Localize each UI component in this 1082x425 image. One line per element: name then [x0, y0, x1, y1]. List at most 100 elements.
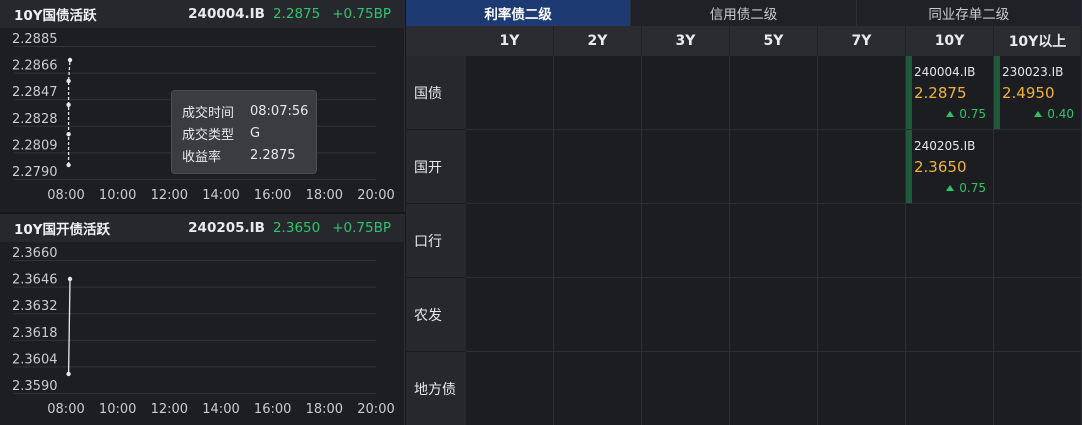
grid-cell[interactable] [466, 204, 554, 278]
chart-title: 10Y国债活跃 [14, 8, 97, 24]
tooltip-time-label: 成交时间 [182, 105, 235, 121]
series-line [67, 59, 71, 165]
x-tick-label: 14:00 [202, 188, 239, 203]
series-line [67, 278, 71, 375]
x-tick-label: 10:00 [99, 188, 136, 203]
y-tick-label: 2.3590 [12, 379, 58, 394]
grid-cell[interactable] [994, 278, 1082, 352]
column-header[interactable]: 1Y [466, 26, 554, 56]
y-tick-label: 2.3618 [12, 326, 58, 341]
y-tick-label: 2.3604 [12, 352, 58, 367]
y-tick-label: 2.2809 [12, 138, 58, 153]
grid-cell[interactable] [994, 130, 1082, 204]
quote-card[interactable]: 230023.IB 2.4950 0.40 [994, 56, 1082, 129]
column-header[interactable]: 7Y [818, 26, 906, 56]
grid-cell[interactable] [906, 352, 994, 425]
bond-price: 2.2875 [272, 6, 321, 22]
grid-cell[interactable] [730, 352, 818, 425]
grid-cell[interactable] [906, 278, 994, 352]
data-point [66, 371, 71, 377]
quote-bar [994, 56, 1000, 129]
grid-cell[interactable] [466, 278, 554, 352]
bond-code[interactable]: 240004.IB [188, 6, 265, 22]
y-tick-label: 2.2866 [12, 59, 58, 74]
x-tick-label: 12:00 [151, 402, 188, 417]
quote-code: 230023.IB [1002, 65, 1064, 79]
column-header[interactable]: 10Y以上 [994, 26, 1082, 56]
quote-change-value: 0.75 [959, 181, 986, 195]
grid-cell[interactable] [730, 130, 818, 204]
grid-cell[interactable] [466, 56, 554, 130]
grid-cell[interactable] [818, 352, 906, 425]
x-tick-label: 18:00 [306, 188, 343, 203]
y-tick-label: 2.2828 [12, 112, 58, 127]
grid-cell[interactable] [818, 204, 906, 278]
data-point [67, 57, 73, 63]
grid-cell[interactable] [818, 130, 906, 204]
row-header: 农发 [406, 278, 466, 352]
grid-cell[interactable] [642, 204, 730, 278]
quote-grid: 1Y 2Y 3Y 5Y 7Y 10Y 10Y以上 国债 国开 口行 农发 地方债 240004.IB 2.… [406, 26, 1082, 425]
y-tick-label: 2.3660 [12, 246, 58, 261]
grid-cell[interactable] [554, 56, 642, 130]
column-header[interactable]: 2Y [554, 26, 642, 56]
y-tick-label: 2.2885 [12, 32, 58, 47]
up-arrow-icon [1034, 111, 1043, 117]
grid-cell[interactable] [642, 278, 730, 352]
row-header: 地方债 [406, 352, 466, 425]
tooltip-type-value: G [250, 125, 261, 141]
grid-cell[interactable] [554, 204, 642, 278]
quote-card[interactable]: 240004.IB 2.2875 0.75 [906, 56, 994, 129]
x-tick-label: 08:00 [47, 188, 84, 203]
quote-change-value: 0.75 [959, 107, 986, 121]
quote-change: 0.40 [1034, 107, 1074, 121]
tab-2[interactable]: 同业存单二级 [857, 0, 1082, 26]
quote-yield: 2.4950 [1002, 84, 1055, 102]
up-arrow-icon [946, 111, 955, 117]
column-header[interactable]: 10Y [906, 26, 994, 56]
grid-cell[interactable] [554, 352, 642, 425]
grid-cell[interactable] [642, 56, 730, 130]
grid-cell[interactable] [466, 130, 554, 204]
y-tick-label: 2.3632 [12, 299, 58, 314]
data-point [66, 162, 71, 168]
grid-cell[interactable] [994, 352, 1082, 425]
row-header: 国开 [406, 130, 466, 204]
row-header: 国债 [406, 56, 466, 130]
grid-cell[interactable] [730, 204, 818, 278]
quote-change-value: 0.40 [1047, 107, 1074, 121]
grid-cell[interactable] [730, 56, 818, 130]
bond-change: +0.75BP [332, 6, 391, 22]
x-tick-label: 14:00 [202, 402, 239, 417]
y-tick-label: 2.2790 [12, 165, 58, 180]
bond-code[interactable]: 240205.IB [188, 220, 265, 236]
column-header[interactable]: 5Y [730, 26, 818, 56]
quote-yield: 2.2875 [914, 84, 967, 102]
quote-card[interactable]: 240205.IB 2.3650 0.75 [906, 130, 994, 203]
quote-bar [906, 130, 912, 203]
grid-cell[interactable] [466, 352, 554, 425]
quote-yield: 2.3650 [914, 158, 967, 176]
x-tick-label: 18:00 [306, 402, 343, 417]
y-tick-label: 2.2847 [12, 85, 58, 100]
grid-cell[interactable] [818, 278, 906, 352]
quote-code: 240004.IB [914, 65, 976, 79]
grid-cell[interactable] [818, 56, 906, 130]
grid-cell[interactable] [906, 204, 994, 278]
grid-cell[interactable] [730, 278, 818, 352]
x-tick-label: 20:00 [357, 402, 394, 417]
chart-area: 10Y国债活跃 240004.IB 2.2875 +0.75BP 2.2885 2… [0, 0, 405, 425]
chart-panel-10y-cdb: 10Y国开债活跃 240205.IB 2.3650 +0.75BP 2.3660… [0, 214, 405, 425]
column-header[interactable]: 3Y [642, 26, 730, 56]
grid-cell[interactable] [554, 130, 642, 204]
bond-price: 2.3650 [272, 220, 321, 236]
tab-0[interactable]: 利率债二级 [406, 0, 632, 26]
grid-cell[interactable] [554, 278, 642, 352]
grid-cell[interactable] [642, 130, 730, 204]
grid-cell[interactable] [642, 352, 730, 425]
bond-change: +0.75BP [332, 220, 391, 236]
grid-cell[interactable] [994, 204, 1082, 278]
line-chart-10y-cdb[interactable]: 2.3660 2.3646 2.3632 2.3618 2.3604 2.3590 08:0… [0, 242, 405, 425]
tooltip-time-value: 08:07:56 [250, 103, 309, 119]
tab-1[interactable]: 信用债二级 [631, 0, 857, 26]
